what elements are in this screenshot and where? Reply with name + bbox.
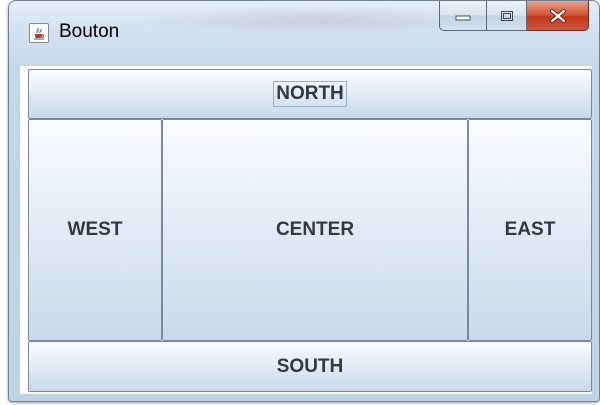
maximize-button[interactable] xyxy=(487,1,527,31)
west-label: WEST xyxy=(67,219,123,240)
east-button[interactable]: EAST xyxy=(468,119,592,341)
window-title: Bouton xyxy=(59,21,120,42)
center-button[interactable]: CENTER xyxy=(162,119,468,341)
close-icon xyxy=(549,8,566,23)
app-window: Bouton NORTH WEST CENTER EAST SOUTH xyxy=(8,0,600,402)
north-button[interactable]: NORTH xyxy=(28,69,592,119)
caption-buttons xyxy=(439,1,589,31)
west-button[interactable]: WEST xyxy=(28,119,162,341)
minimize-icon xyxy=(455,15,471,20)
east-label: EAST xyxy=(504,219,556,240)
south-label: SOUTH xyxy=(276,355,344,377)
java-cup-icon[interactable] xyxy=(29,23,49,43)
close-button[interactable] xyxy=(527,1,589,31)
title-bar[interactable]: Bouton xyxy=(9,1,599,65)
maximize-icon xyxy=(500,10,513,21)
minimize-button[interactable] xyxy=(439,1,487,31)
center-label: CENTER xyxy=(275,219,355,240)
south-button[interactable]: SOUTH xyxy=(28,341,592,392)
content-pane: NORTH WEST CENTER EAST SOUTH xyxy=(20,66,592,394)
north-label: NORTH xyxy=(273,81,347,107)
